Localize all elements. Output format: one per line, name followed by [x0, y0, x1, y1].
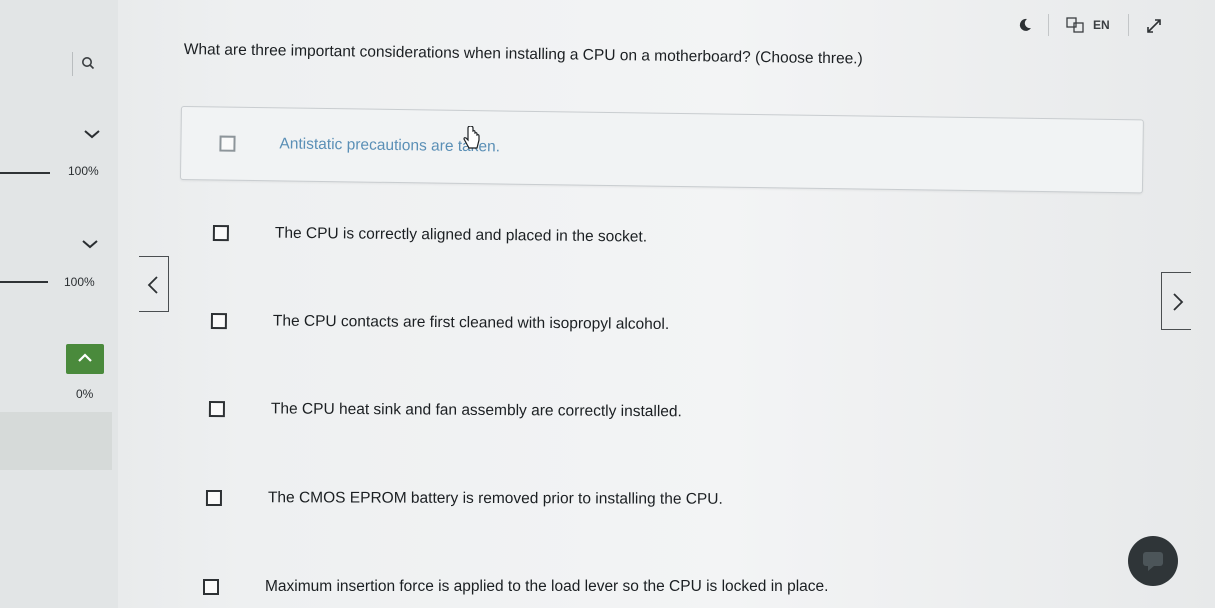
chat-button[interactable]	[1128, 536, 1178, 586]
checkbox[interactable]	[219, 135, 236, 152]
answer-option-6[interactable]: Maximum insertion force is applied to th…	[203, 578, 828, 596]
chevron-left-icon	[147, 276, 158, 294]
answer-label: The CPU is correctly aligned and placed …	[274, 224, 648, 246]
chevron-right-icon	[1173, 293, 1184, 311]
progress-label-2: 100%	[64, 275, 95, 289]
search-button[interactable]	[72, 52, 101, 76]
divider	[1128, 14, 1129, 36]
progress-bar-1	[0, 172, 50, 174]
previous-button[interactable]	[139, 256, 169, 312]
expand-icon[interactable]	[1144, 16, 1164, 36]
answer-label: Maximum insertion force is applied to th…	[265, 578, 829, 595]
checkbox[interactable]	[208, 400, 225, 418]
chat-bubble-icon	[1143, 552, 1163, 571]
answer-label: The CPU heat sink and fan assembly are c…	[270, 400, 682, 421]
progress-label-1: 100%	[68, 164, 99, 178]
chevron-down-icon	[82, 240, 98, 249]
progress-bar-2	[0, 281, 48, 283]
answer-label: The CMOS EPROM battery is removed prior …	[267, 489, 723, 508]
chevron-down-icon	[84, 130, 100, 139]
divider	[1048, 14, 1049, 36]
question-text: What are three important considerations …	[183, 40, 863, 68]
search-icon	[82, 57, 95, 70]
checkbox[interactable]	[205, 490, 222, 507]
answer-option-5[interactable]: The CMOS EPROM battery is removed prior …	[205, 489, 723, 509]
answer-option-1[interactable]: Antistatic precautions are taken.	[179, 106, 1144, 194]
moon-icon[interactable]	[1017, 17, 1033, 33]
section-3-toggle[interactable]	[66, 344, 104, 374]
answer-option-3[interactable]: The CPU contacts are first cleaned with …	[210, 312, 670, 334]
hand-cursor-icon	[463, 126, 480, 149]
section-1-toggle[interactable]	[82, 128, 106, 146]
translate-icon[interactable]	[1066, 16, 1090, 34]
section-2-toggle[interactable]	[80, 238, 104, 256]
checkbox[interactable]	[203, 579, 219, 595]
sidebar-active-band	[0, 412, 112, 470]
answer-option-2[interactable]: The CPU is correctly aligned and placed …	[212, 224, 648, 247]
checkbox[interactable]	[210, 312, 227, 330]
progress-label-3: 0%	[76, 387, 94, 401]
answer-option-4[interactable]: The CPU heat sink and fan assembly are c…	[208, 400, 682, 421]
chevron-up-icon	[78, 353, 92, 362]
checkbox[interactable]	[212, 224, 229, 242]
sidebar	[0, 0, 118, 608]
language-label[interactable]: EN	[1093, 18, 1110, 32]
answer-label: The CPU contacts are first cleaned with …	[272, 312, 670, 333]
next-button[interactable]	[1161, 272, 1191, 330]
